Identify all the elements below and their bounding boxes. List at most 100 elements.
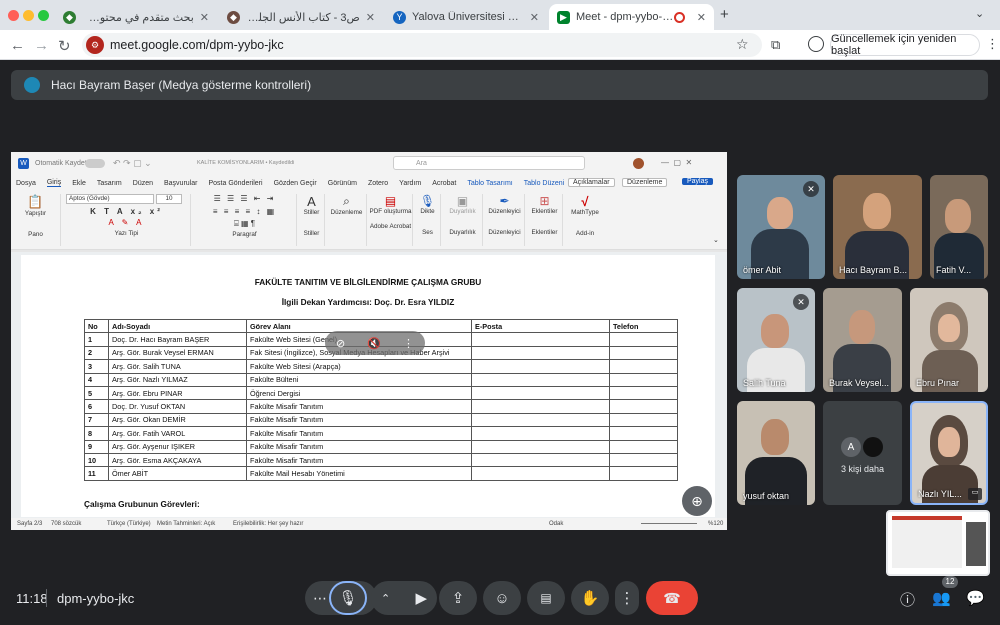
- font-name-select[interactable]: Aptos (Gövde): [66, 194, 154, 204]
- present-screen-button[interactable]: ⇪: [439, 581, 477, 615]
- participant-tile[interactable]: Hacı Bayram B...: [833, 175, 922, 279]
- cell-duty[interactable]: Fakülte Bülteni: [246, 372, 472, 387]
- sensitivity-button-label[interactable]: Duyarlılık: [443, 208, 482, 215]
- presenter-banner[interactable]: Hacı Bayram Başer (Medya gösterme kontro…: [11, 70, 988, 100]
- dictate-microphone-icon[interactable]: 🎙: [415, 194, 440, 208]
- addins-button-label[interactable]: Eklentiler: [527, 208, 562, 215]
- find-magnifier-icon[interactable]: ⌕: [327, 194, 366, 209]
- forward-arrow-icon[interactable]: →: [34, 37, 49, 54]
- document-page[interactable]: FAKÜLTE TANITIM VE BİLGİLENDİRME ÇALIŞMA…: [21, 255, 715, 517]
- cell-no[interactable]: 6: [84, 399, 109, 414]
- browser-tab[interactable]: Y Yalova Üniversitesi Uzaktan E ✕: [385, 4, 547, 30]
- cell-phone[interactable]: [609, 439, 678, 454]
- cell-email[interactable]: [471, 345, 610, 361]
- table-row[interactable]: 8 Arş. Gör. Fatih VAROL Fakülte Misafir Ta…: [84, 426, 678, 441]
- camera-icon[interactable]: ▶: [415, 589, 427, 607]
- close-tab-icon[interactable]: ✕: [200, 11, 209, 24]
- cell-phone[interactable]: [609, 466, 678, 481]
- participant-tile[interactable]: ✕ ömer Abit: [737, 175, 825, 279]
- cell-phone[interactable]: [609, 345, 678, 361]
- more-options-button[interactable]: ⋮: [615, 581, 639, 615]
- word-tab[interactable]: Düzen: [133, 180, 153, 187]
- share-button[interactable]: Paylaş: [682, 178, 714, 185]
- editing-mode-button[interactable]: Düzenleme: [622, 178, 668, 187]
- audio-muted-icon[interactable]: 🔇: [367, 337, 381, 350]
- word-tab[interactable]: Dosya: [16, 180, 36, 187]
- cell-email[interactable]: [471, 399, 610, 414]
- participant-tile[interactable]: Fatih V...: [930, 175, 988, 279]
- cell-name[interactable]: Arş. Gör. Salih TUNA: [108, 359, 247, 374]
- more-participants-tile[interactable]: A 3 kişi daha: [823, 401, 902, 505]
- minimize-window-button[interactable]: [23, 10, 34, 21]
- editor-button-label[interactable]: Düzenleyici: [485, 208, 524, 215]
- participant-tile[interactable]: Ebru Pınar: [910, 288, 988, 392]
- undo-redo-icon[interactable]: ↶ ↷ ▢ ⌄: [113, 158, 152, 169]
- table-row[interactable]: 7 Arş. Gör. Okan DEMİR Fakülte Misafir Tan…: [84, 412, 678, 428]
- align-icons[interactable]: ≡ ≡ ≡ ≡ ↕ ▦: [193, 207, 296, 216]
- leave-call-button[interactable]: ☎: [646, 581, 698, 615]
- cell-phone[interactable]: [609, 332, 678, 347]
- chat-icon[interactable]: 💬: [966, 589, 985, 607]
- microphone-button[interactable]: 🎙: [329, 581, 367, 615]
- close-tab-icon[interactable]: ✕: [366, 11, 375, 24]
- people-icon[interactable]: 👥: [932, 589, 951, 607]
- cell-name[interactable]: Arş. Gör. Okan DEMİR: [108, 412, 247, 428]
- styles-icon[interactable]: A: [299, 194, 324, 209]
- participant-tile[interactable]: Burak Veysel...: [823, 288, 902, 392]
- cell-name[interactable]: Arş. Gör. Fatih VAROL: [108, 426, 247, 441]
- cell-email[interactable]: [471, 359, 610, 374]
- back-arrow-icon[interactable]: ←: [10, 37, 25, 54]
- participant-tile[interactable]: yusuf oktan: [737, 401, 815, 505]
- close-tab-icon[interactable]: ✕: [697, 11, 706, 24]
- addins-grid-icon[interactable]: ⊞: [527, 194, 562, 208]
- word-tab[interactable]: Tablo Düzeni: [524, 180, 564, 187]
- cell-duty[interactable]: Fakülte Misafir Tanıtım: [246, 439, 472, 454]
- browser-tab[interactable]: ◆ ص3 - كتاب الأنس الجليل بتاريخ ال ✕: [219, 4, 383, 30]
- zoom-slider[interactable]: [641, 523, 697, 524]
- cell-name[interactable]: Arş. Gör. Nazlı YILMAZ: [108, 372, 247, 387]
- styles-button-label[interactable]: Stiller: [299, 209, 324, 216]
- predictions-status[interactable]: Metin Tahminleri: Açık: [157, 521, 215, 527]
- cell-duty[interactable]: Öğrenci Dergisi: [246, 385, 472, 401]
- cell-email[interactable]: [471, 412, 610, 428]
- table-row[interactable]: 3 Arş. Gör. Salih TUNA Fakülte Web Sitesi …: [84, 359, 678, 374]
- shared-screen[interactable]: W Otomatik Kaydet ↶ ↷ ▢ ⌄ KALİTE KOMİSYO…: [11, 152, 727, 530]
- cell-duty[interactable]: Fakülte Misafir Tanıtım: [246, 426, 472, 441]
- cell-no[interactable]: 7: [84, 412, 109, 428]
- new-tab-button[interactable]: +: [720, 6, 729, 23]
- zoom-magnifier-button[interactable]: ⊕: [682, 486, 712, 516]
- tab-search-chevron-icon[interactable]: ⌄: [975, 7, 984, 20]
- focus-mode-button[interactable]: Odak: [549, 521, 563, 527]
- word-tab[interactable]: Acrobat: [432, 180, 456, 187]
- editor-pen-icon[interactable]: ✒: [485, 194, 524, 208]
- pdf-create-icon[interactable]: ▤: [369, 194, 412, 208]
- reload-icon[interactable]: ↻: [58, 37, 71, 55]
- table-row[interactable]: 11 Ömer ABİT Fakülte Mail Hesabı Yönetimi: [84, 466, 678, 481]
- cell-name[interactable]: Arş. Gör. Ebru PINAR: [108, 385, 247, 401]
- extensions-puzzle-icon[interactable]: ⧉: [771, 37, 780, 53]
- cell-no[interactable]: 11: [84, 466, 109, 481]
- close-tab-icon[interactable]: ✕: [530, 11, 539, 24]
- bookmark-star-icon[interactable]: ☆: [736, 36, 749, 53]
- table-row[interactable]: 10 Arş. Gör. Esma AKÇAKAYA Fakülte Misafir…: [84, 452, 678, 468]
- audio-options-icon[interactable]: ⋯: [313, 590, 327, 607]
- meeting-info-icon[interactable]: ⓘ: [900, 589, 915, 610]
- word-tab[interactable]: Tasarım: [97, 180, 122, 187]
- cell-phone[interactable]: [609, 385, 678, 401]
- comments-button[interactable]: Açıklamalar: [568, 178, 615, 187]
- cell-phone[interactable]: [609, 372, 678, 387]
- autosave-toggle[interactable]: [85, 159, 105, 168]
- cell-phone[interactable]: [609, 426, 678, 441]
- cell-no[interactable]: 1: [84, 332, 109, 347]
- cell-name[interactable]: Arş. Gör. Ayşenur IŞIKER: [108, 439, 247, 454]
- cell-duty[interactable]: Fakülte Web Sitesi (Arapça): [246, 359, 472, 374]
- raise-hand-button[interactable]: ✋: [571, 581, 609, 615]
- font-format-icons[interactable]: K T A x₂ x²: [63, 207, 190, 216]
- paste-button-label[interactable]: Yapıştır: [11, 210, 60, 217]
- cell-duty[interactable]: Fakülte Misafir Tanıtım: [246, 452, 472, 468]
- profile-avatar-icon[interactable]: [808, 36, 824, 52]
- media-controls-overlay[interactable]: ⊘ 🔇 ⋮: [325, 331, 425, 355]
- cell-no[interactable]: 9: [84, 439, 109, 454]
- pdf-button-label[interactable]: PDF oluşturma: [369, 208, 412, 215]
- close-window-button[interactable]: [8, 10, 19, 21]
